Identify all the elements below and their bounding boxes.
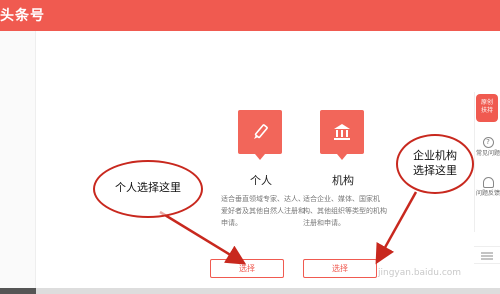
watermark: jingyan.baidu.com [378,268,462,278]
badge-line2: 扶持 [480,107,493,114]
menu-icon [481,252,493,260]
question-icon: ? [482,137,494,148]
annotation-org-line2: 选择这里 [413,164,457,177]
sidebar-menu-toggle[interactable] [474,246,500,264]
original-support-badge[interactable]: 原创 扶持 [476,94,498,122]
arrow-to-individual [159,210,247,265]
sidebar-faq-label: 常见问题 [475,150,500,157]
headset-icon [482,177,494,188]
arrow-to-organization [375,191,418,265]
annotation-individual: 个人选择这里 [115,181,181,194]
sidebar-feedback-label: 问题反馈 [475,190,500,197]
badge-line1: 原创 [480,99,493,106]
sidebar-item-faq[interactable]: ? 常见问题 [475,137,500,157]
annotation-org-line1: 企业机构 [413,149,457,162]
sidebar-item-feedback[interactable]: 问题反馈 [475,177,500,197]
annotation-organization: 企业机构 选择这里 [400,148,470,178]
right-sidebar: 原创 扶持 ? 常见问题 问题反馈 [474,92,500,232]
bottom-bar [0,288,500,294]
bottom-bar-left [0,288,36,294]
